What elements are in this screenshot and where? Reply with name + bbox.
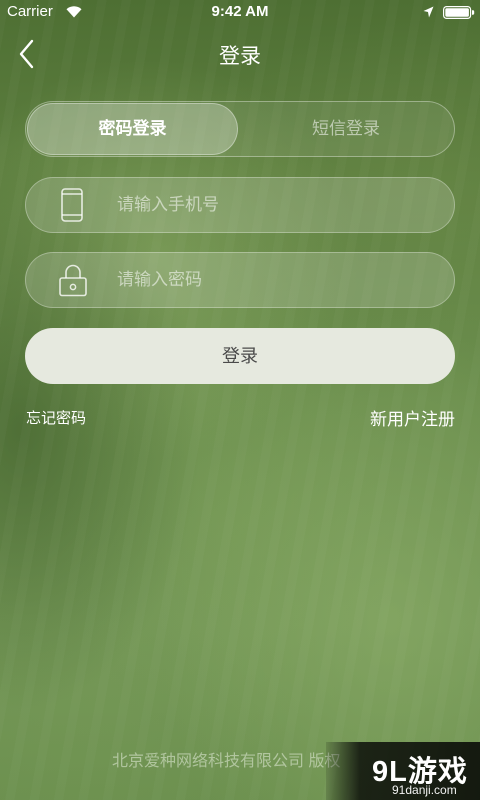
clock: 9:42 AM bbox=[211, 3, 269, 20]
lock-icon bbox=[59, 264, 87, 297]
phone-input[interactable] bbox=[117, 178, 437, 232]
password-input[interactable] bbox=[117, 253, 437, 307]
tab-password-login[interactable]: 密码登录 bbox=[27, 103, 238, 155]
phone-field[interactable] bbox=[25, 177, 455, 233]
forgot-password-link[interactable]: 忘记密码 bbox=[26, 407, 86, 428]
login-method-tabs: 密码登录 短信登录 bbox=[25, 101, 455, 157]
page-title: 登录 bbox=[219, 45, 261, 68]
location-arrow-icon bbox=[423, 6, 434, 18]
copyright-text: 北京爱种网络科技有限公司 版权 bbox=[112, 753, 341, 770]
register-link[interactable]: 新用户注册 bbox=[370, 405, 455, 430]
login-button[interactable]: 登录 bbox=[25, 328, 455, 384]
tab-sms-login[interactable]: 短信登录 bbox=[238, 103, 454, 155]
password-field[interactable] bbox=[25, 252, 455, 308]
status-bar: Carrier 9:42 AM bbox=[0, 0, 480, 22]
phone-icon bbox=[61, 188, 83, 222]
battery-icon bbox=[443, 6, 475, 19]
watermark-site: 91danji.com bbox=[392, 783, 457, 797]
